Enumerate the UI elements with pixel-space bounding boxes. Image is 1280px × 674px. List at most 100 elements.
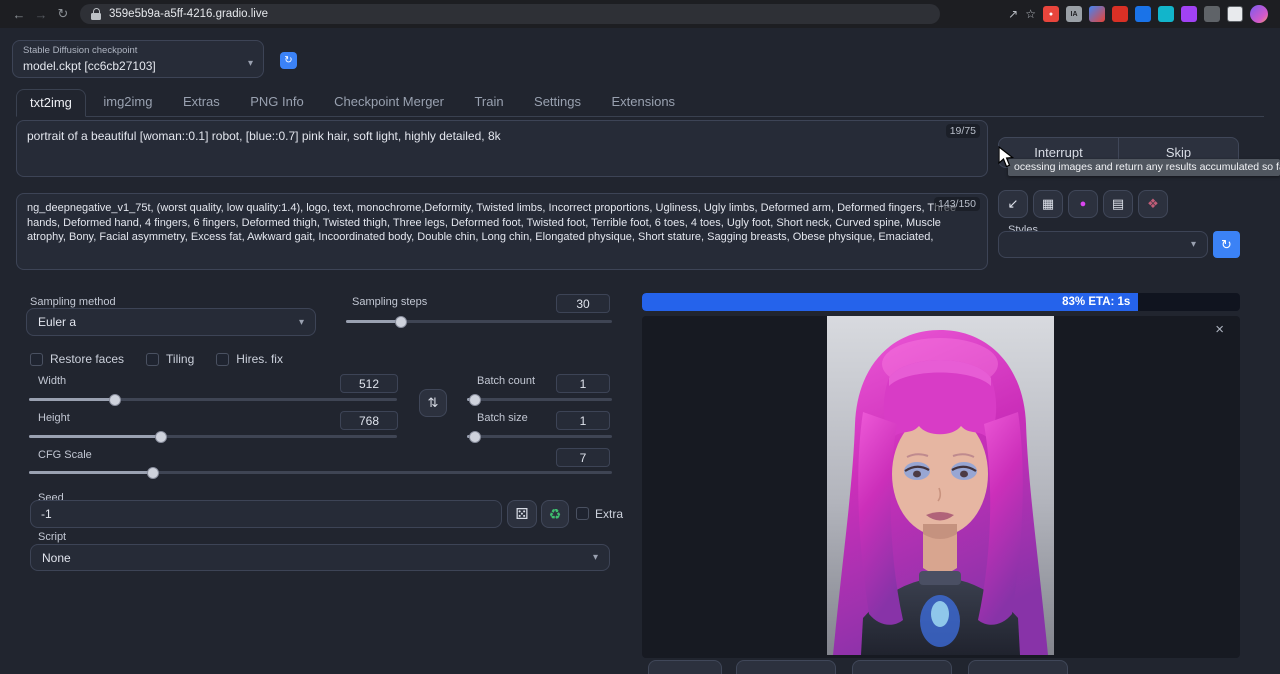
extra-networks-icon[interactable]: ▦ — [1033, 190, 1063, 218]
slider-handle[interactable] — [395, 316, 407, 328]
sampling-steps-value: 30 — [576, 297, 589, 311]
output-action-button[interactable] — [968, 660, 1068, 674]
sampling-method-dropdown[interactable]: Euler a ▾ — [26, 308, 316, 336]
slider-handle[interactable] — [147, 467, 159, 479]
slider-handle[interactable] — [469, 431, 481, 443]
checkpoint-dropdown[interactable]: Stable Diffusion checkpoint model.ckpt [… — [12, 40, 264, 78]
reuse-seed-button[interactable]: ♻ — [541, 500, 569, 528]
save-style-icon[interactable]: ❖ — [1138, 190, 1168, 218]
cfg-scale-input[interactable]: 7 — [556, 448, 610, 467]
forward-icon[interactable]: → — [30, 7, 52, 22]
cfg-scale-slider[interactable] — [29, 466, 612, 479]
batch-count-value: 1 — [580, 377, 587, 391]
height-slider[interactable] — [29, 430, 397, 443]
checkpoint-label: Stable Diffusion checkpoint — [23, 45, 137, 56]
address-bar[interactable]: 359e5b9a-a5ff-4216.gradio.live — [80, 4, 940, 24]
batch-size-input[interactable]: 1 — [556, 411, 610, 430]
extension-icon[interactable] — [1089, 6, 1105, 22]
random-seed-button[interactable]: ⚄ — [507, 500, 537, 528]
skip-label: Skip — [1166, 145, 1191, 160]
width-input[interactable]: 512 — [340, 374, 398, 393]
sampling-steps-label: Sampling steps — [352, 296, 427, 308]
close-icon[interactable]: × — [1215, 321, 1224, 338]
bookmark-star-icon[interactable]: ☆ — [1025, 7, 1036, 21]
chevron-down-icon: ▾ — [593, 552, 598, 563]
output-preview-panel: × — [642, 316, 1240, 658]
output-action-button[interactable] — [648, 660, 722, 674]
side-panel-icon[interactable] — [1227, 6, 1243, 22]
chevron-down-icon: ▾ — [1191, 239, 1196, 250]
batch-size-slider[interactable] — [467, 430, 612, 443]
chevron-down-icon: ▾ — [248, 58, 253, 69]
extension-icon[interactable] — [1158, 6, 1174, 22]
sampling-steps-slider[interactable] — [346, 315, 612, 328]
paste-params-icon[interactable]: ↙ — [998, 190, 1028, 218]
puzzle-extensions-icon[interactable] — [1204, 6, 1220, 22]
refresh-icon: ↻ — [284, 55, 292, 66]
back-icon[interactable]: ← — [8, 7, 30, 22]
script-label: Script — [38, 531, 66, 543]
output-action-button[interactable] — [852, 660, 952, 674]
extra-seed-checkbox[interactable] — [576, 507, 589, 520]
interrupt-tooltip: ocessing images and return any results a… — [1008, 159, 1280, 176]
restore-faces-checkbox[interactable] — [30, 353, 43, 366]
share-icon[interactable]: ↗ — [1008, 7, 1018, 21]
extension-icon[interactable] — [1181, 6, 1197, 22]
slider-handle[interactable] — [155, 431, 167, 443]
refresh-checkpoints-button[interactable]: ↻ — [280, 52, 297, 69]
generated-image-preview[interactable] — [827, 316, 1054, 655]
prompt-textarea[interactable]: portrait of a beautiful [woman::0.1] rob… — [16, 120, 988, 177]
restore-faces-option[interactable]: Restore faces — [30, 352, 124, 366]
batch-count-slider[interactable] — [467, 393, 612, 406]
width-slider[interactable] — [29, 393, 397, 406]
hires-fix-checkbox[interactable] — [216, 353, 229, 366]
seed-value: -1 — [41, 507, 52, 521]
slider-handle[interactable] — [109, 394, 121, 406]
negative-prompt-textarea[interactable]: ng_deepnegative_v1_75t, (worst quality, … — [16, 193, 988, 270]
tab-checkpoint-merger[interactable]: Checkpoint Merger — [321, 88, 457, 116]
styles-dropdown[interactable]: ▾ — [998, 231, 1208, 258]
slider-handle[interactable] — [469, 394, 481, 406]
seed-input[interactable]: -1 — [30, 500, 502, 528]
tab-settings[interactable]: Settings — [521, 88, 594, 116]
extension-icon[interactable] — [1112, 6, 1128, 22]
swap-icon: ⇅ — [428, 395, 439, 411]
height-value: 768 — [359, 414, 379, 428]
sampling-method-value: Euler a — [38, 315, 76, 329]
tab-extensions[interactable]: Extensions — [598, 88, 688, 116]
tab-png-info[interactable]: PNG Info — [237, 88, 316, 116]
tab-img2img[interactable]: img2img — [90, 88, 165, 116]
height-input[interactable]: 768 — [340, 411, 398, 430]
batch-count-input[interactable]: 1 — [556, 374, 610, 393]
output-action-button[interactable] — [736, 660, 836, 674]
extension-icon[interactable] — [1135, 6, 1151, 22]
reload-icon[interactable]: ↻ — [52, 6, 74, 22]
refresh-icon: ↻ — [1221, 237, 1232, 253]
tiling-checkbox[interactable] — [146, 353, 159, 366]
profile-avatar[interactable] — [1250, 5, 1268, 23]
batch-size-label: Batch size — [477, 412, 528, 424]
extension-icon[interactable]: ● — [1043, 6, 1059, 22]
apply-style-icon[interactable]: ▤ — [1103, 190, 1133, 218]
height-label: Height — [38, 412, 70, 424]
refresh-styles-button[interactable]: ↻ — [1213, 231, 1240, 258]
tab-train[interactable]: Train — [461, 88, 516, 116]
progress-bar: 83% ETA: 1s — [642, 293, 1240, 311]
style-dot-icon[interactable]: ● — [1068, 190, 1098, 218]
prompt-token-counter: 19/75 — [946, 124, 980, 138]
tab-txt2img[interactable]: txt2img — [16, 89, 86, 117]
extra-seed-label: Extra — [595, 507, 623, 521]
tiling-label: Tiling — [166, 352, 194, 366]
swap-dimensions-button[interactable]: ⇅ — [419, 389, 447, 417]
progress-fill: 83% ETA: 1s — [642, 293, 1138, 311]
script-dropdown[interactable]: None ▾ — [30, 544, 610, 571]
hires-fix-option[interactable]: Hires. fix — [216, 352, 283, 366]
tiling-option[interactable]: Tiling — [146, 352, 194, 366]
sampling-steps-input[interactable]: 30 — [556, 294, 610, 313]
width-label: Width — [38, 375, 66, 387]
restore-faces-label: Restore faces — [50, 352, 124, 366]
extension-icon[interactable]: IA — [1066, 6, 1082, 22]
chevron-down-icon: ▾ — [299, 317, 304, 328]
lock-icon — [90, 8, 102, 20]
tab-extras[interactable]: Extras — [170, 88, 233, 116]
